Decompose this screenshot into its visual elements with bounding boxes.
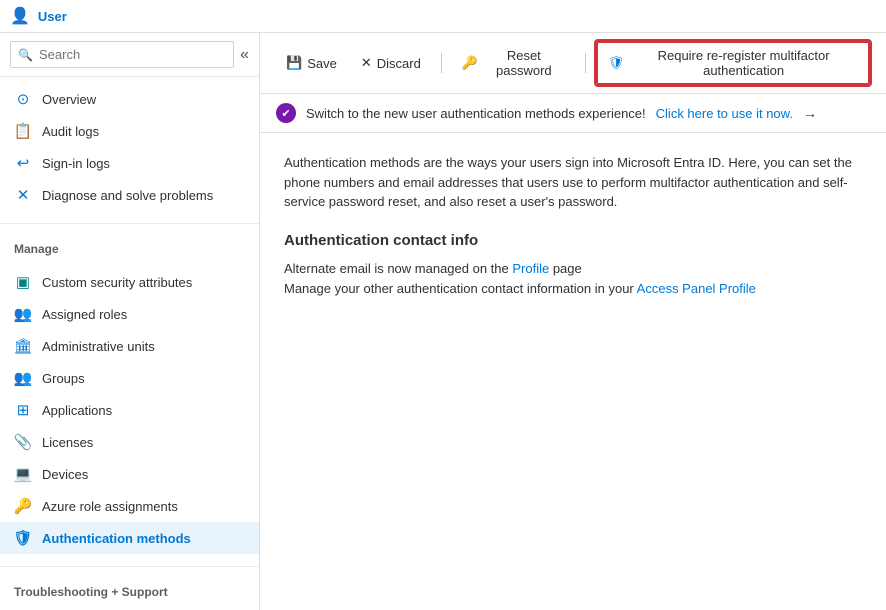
- user-icon: 👤: [10, 6, 30, 26]
- licenses-icon: 📎: [14, 433, 32, 451]
- sidebar-item-label: Devices: [42, 467, 88, 482]
- line2-text: Manage your other authentication contact…: [284, 281, 637, 296]
- azure-role-icon: 🔑: [14, 497, 32, 515]
- sidebar-item-label: Azure role assignments: [42, 499, 178, 514]
- sidebar-item-devices[interactable]: 💻 Devices: [0, 458, 259, 490]
- sidebar-divider-1: [0, 223, 259, 224]
- custom-security-icon: ▣: [14, 273, 32, 291]
- banner-text: Switch to the new user authentication me…: [306, 106, 646, 121]
- sidebar-item-label: Sign-in logs: [42, 156, 110, 171]
- discard-label: Discard: [377, 56, 421, 71]
- section-title: Authentication contact info: [284, 232, 862, 249]
- reset-password-button[interactable]: 🔑 Reset password: [452, 43, 575, 83]
- sidebar-item-label: Diagnose and solve problems: [42, 188, 213, 203]
- sidebar: 🔍 « ⊙ Overview 📋 Audit logs ↩ Sign-in lo…: [0, 33, 260, 610]
- reset-password-label: Reset password: [483, 48, 565, 78]
- sidebar-nav-top: ⊙ Overview 📋 Audit logs ↩ Sign-in logs ✕…: [0, 77, 259, 217]
- line1-suffix: page: [549, 261, 582, 276]
- toolbar-separator-2: [585, 53, 586, 73]
- sidebar-search-container: 🔍 «: [0, 33, 259, 77]
- line1-text: Alternate email is now managed on the: [284, 261, 512, 276]
- search-input[interactable]: [10, 41, 234, 68]
- toolbar: 💾 Save ✕ Discard 🔑 Reset password 🛡 Requ…: [260, 33, 886, 94]
- sidebar-item-licenses[interactable]: 📎 Licenses: [0, 426, 259, 458]
- sidebar-item-applications[interactable]: ⊞ Applications: [0, 394, 259, 426]
- banner-arrow: →: [803, 105, 817, 121]
- main-content: 💾 Save ✕ Discard 🔑 Reset password 🛡 Requ…: [260, 33, 886, 610]
- search-icon: 🔍: [18, 48, 33, 62]
- line2: Manage your other authentication contact…: [284, 279, 862, 300]
- sidebar-item-azure-role[interactable]: 🔑 Azure role assignments: [0, 490, 259, 522]
- banner-link[interactable]: Click here to use it now.: [656, 106, 793, 121]
- user-label: User: [38, 9, 67, 24]
- require-reregister-label: Require re-register multifactor authenti…: [629, 48, 858, 78]
- sidebar-item-label: Assigned roles: [42, 307, 127, 322]
- contact-info-text: Alternate email is now managed on the Pr…: [284, 259, 862, 301]
- top-bar: 👤 User: [0, 0, 886, 33]
- groups-icon: 👥: [14, 369, 32, 387]
- sidebar-item-overview[interactable]: ⊙ Overview: [0, 83, 259, 115]
- save-icon: 💾: [286, 55, 302, 71]
- require-reregister-button[interactable]: 🛡 Require re-register multifactor authen…: [596, 41, 870, 85]
- line1: Alternate email is now managed on the Pr…: [284, 259, 862, 280]
- profile-link[interactable]: Profile: [512, 261, 549, 276]
- sidebar-item-label: Applications: [42, 403, 112, 418]
- assigned-roles-icon: 👥: [14, 305, 32, 323]
- description-text: Authentication methods are the ways your…: [284, 153, 862, 212]
- applications-icon: ⊞: [14, 401, 32, 419]
- sidebar-troubleshoot-label: Troubleshooting + Support: [0, 573, 259, 603]
- toolbar-separator: [441, 53, 442, 73]
- audit-logs-icon: 📋: [14, 122, 32, 140]
- content-area: Authentication methods are the ways your…: [260, 133, 886, 610]
- sidebar-item-diagnose[interactable]: ✕ Diagnose and solve problems: [0, 179, 259, 211]
- sidebar-item-label: Audit logs: [42, 124, 99, 139]
- sidebar-item-audit-logs[interactable]: 📋 Audit logs: [0, 115, 259, 147]
- access-panel-link[interactable]: Access Panel Profile: [637, 281, 756, 296]
- sidebar-item-label: Authentication methods: [42, 531, 191, 546]
- sign-in-logs-icon: ↩: [14, 154, 32, 172]
- sidebar-item-label: Administrative units: [42, 339, 155, 354]
- sidebar-manage-label: Manage: [0, 230, 259, 260]
- sidebar-item-label: Overview: [42, 92, 96, 107]
- sidebar-item-admin-units[interactable]: 🏛 Administrative units: [0, 330, 259, 362]
- sidebar-divider-2: [0, 566, 259, 567]
- sidebar-item-sign-in-logs[interactable]: ↩ Sign-in logs: [0, 147, 259, 179]
- save-label: Save: [307, 56, 337, 71]
- save-button[interactable]: 💾 Save: [276, 50, 347, 76]
- admin-units-icon: 🏛: [14, 337, 32, 355]
- sidebar-item-label: Groups: [42, 371, 85, 386]
- sidebar-item-label: Custom security attributes: [42, 275, 192, 290]
- sidebar-item-groups[interactable]: 👥 Groups: [0, 362, 259, 394]
- banner-icon: ✔: [276, 103, 296, 123]
- reset-password-icon: 🔑: [462, 55, 478, 71]
- sidebar-nav-support: 👤 New support request: [0, 603, 259, 610]
- main-container: 🔍 « ⊙ Overview 📋 Audit logs ↩ Sign-in lo…: [0, 33, 886, 610]
- require-reregister-icon: 🛡: [608, 55, 625, 71]
- sidebar-nav-manage: ▣ Custom security attributes 👥 Assigned …: [0, 260, 259, 560]
- sidebar-item-label: Licenses: [42, 435, 93, 450]
- banner: ✔ Switch to the new user authentication …: [260, 94, 886, 133]
- overview-icon: ⊙: [14, 90, 32, 108]
- devices-icon: 💻: [14, 465, 32, 483]
- diagnose-icon: ✕: [14, 186, 32, 204]
- auth-methods-icon: 🛡: [14, 529, 32, 547]
- discard-icon: ✕: [361, 55, 372, 71]
- sidebar-item-assigned-roles[interactable]: 👥 Assigned roles: [0, 298, 259, 330]
- collapse-button[interactable]: «: [240, 46, 249, 64]
- sidebar-item-auth-methods[interactable]: 🛡 Authentication methods: [0, 522, 259, 554]
- discard-button[interactable]: ✕ Discard: [351, 50, 431, 76]
- sidebar-item-custom-security[interactable]: ▣ Custom security attributes: [0, 266, 259, 298]
